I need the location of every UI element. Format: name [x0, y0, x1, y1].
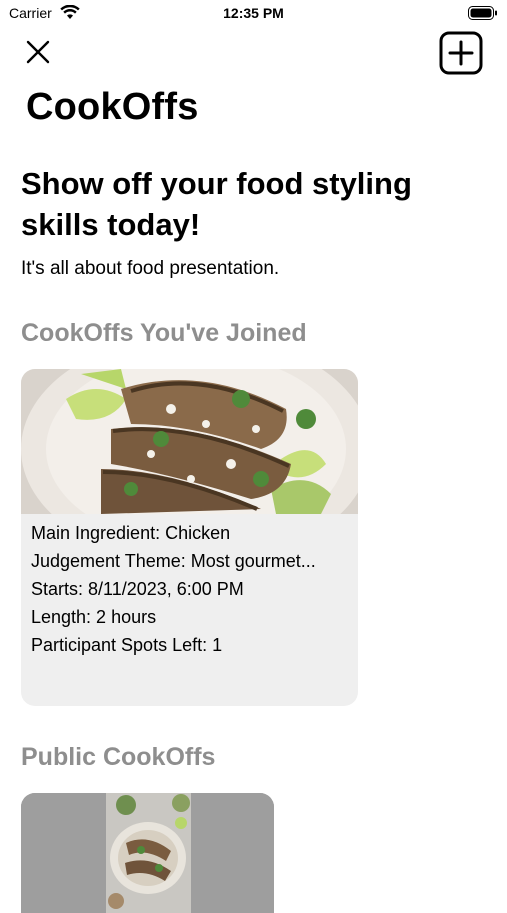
- section-title-public: Public CookOffs: [21, 743, 216, 771]
- public-cookoff-card[interactable]: [21, 793, 274, 913]
- cookoff-details: Main Ingredient: Chicken Judgement Theme…: [31, 519, 353, 659]
- status-time: 12:35 PM: [223, 5, 284, 21]
- main-ingredient: Main Ingredient: Chicken: [31, 523, 231, 543]
- food-photo: [21, 793, 274, 913]
- joined-cookoff-card[interactable]: Main Ingredient: Chicken Judgement Theme…: [21, 369, 358, 706]
- section-title-joined: CookOffs You've Joined: [21, 319, 307, 347]
- food-photo: [21, 369, 358, 514]
- length: Length: 2 hours: [31, 607, 157, 627]
- close-button[interactable]: [22, 36, 54, 68]
- status-bar: Carrier 12:35 PM: [0, 0, 507, 28]
- spots-left: Participant Spots Left: 1: [31, 635, 223, 655]
- add-square-icon: [439, 31, 483, 75]
- battery-icon: [468, 6, 498, 26]
- close-icon: [26, 40, 50, 64]
- subheadline: It's all about food presentation.: [21, 258, 280, 279]
- judgement-theme: Judgement Theme: Most gourmet...: [31, 551, 316, 571]
- page-title: CookOffs: [26, 86, 199, 128]
- add-cookoff-button[interactable]: [439, 31, 483, 75]
- start-time: Starts: 8/11/2023, 6:00 PM: [31, 579, 244, 599]
- headline: Show off your food styling skills today!: [21, 166, 412, 242]
